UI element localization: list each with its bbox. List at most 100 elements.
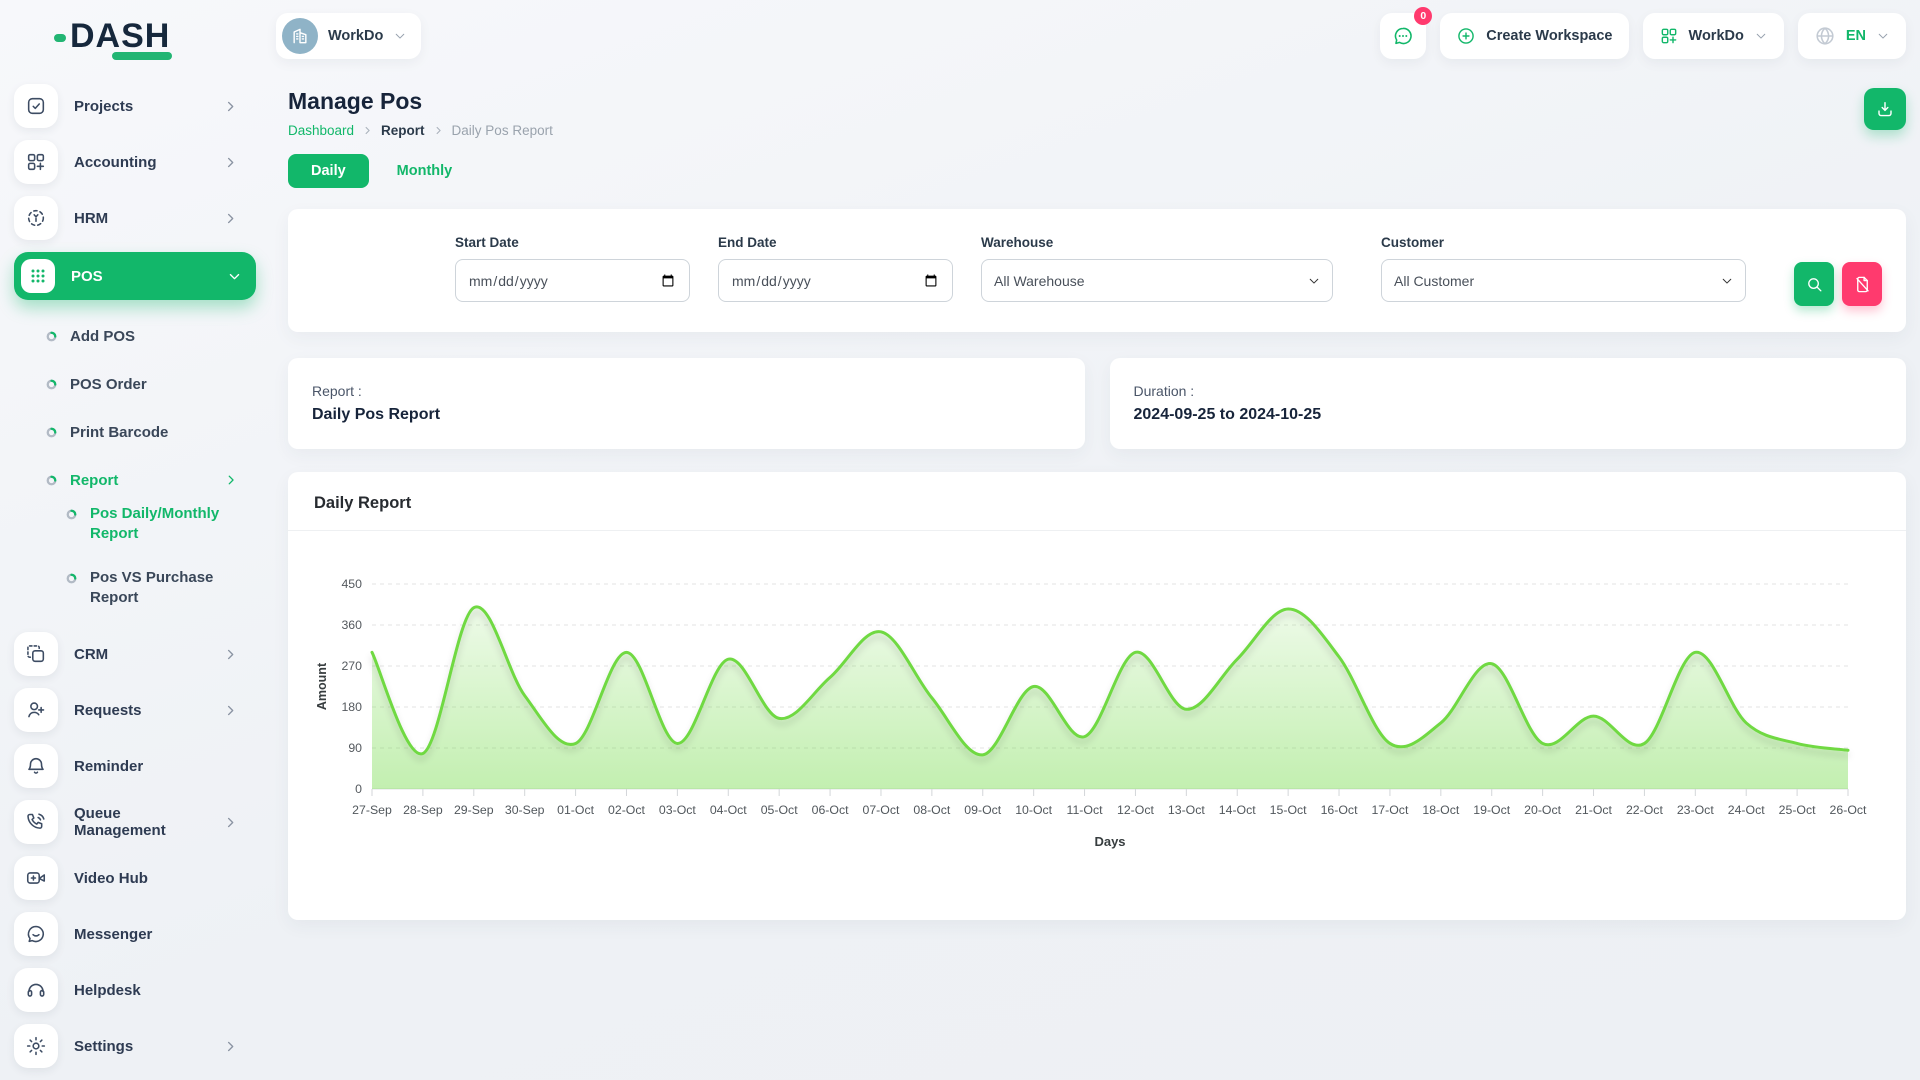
- sidebar-subitem-label: POS Order: [70, 376, 256, 393]
- svg-text:450: 450: [341, 577, 362, 591]
- customer-select[interactable]: All Customer: [1381, 259, 1746, 302]
- end-date-input[interactable]: [718, 259, 953, 302]
- sidebar-item-accounting[interactable]: Accounting: [14, 140, 256, 184]
- globe-icon: [1814, 25, 1836, 47]
- svg-text:30-Sep: 30-Sep: [505, 803, 545, 817]
- sidebar-subitem-label: Report: [70, 472, 211, 489]
- sidebar-item-projects[interactable]: Projects: [14, 84, 256, 128]
- sidebar-item-hrm[interactable]: HRM: [14, 196, 256, 240]
- language-selector[interactable]: EN: [1798, 13, 1906, 59]
- svg-text:13-Oct: 13-Oct: [1168, 803, 1205, 817]
- sidebar: Projects Accounting HRM POS Add POS POS Order…: [0, 72, 270, 1080]
- chevron-right-icon: [223, 155, 238, 170]
- chat-smile-icon: [14, 912, 58, 956]
- gear-icon: [14, 1024, 58, 1068]
- breadcrumb-item: Report: [381, 123, 425, 138]
- breadcrumb-separator-icon: [433, 125, 444, 136]
- sidebar-item-requests[interactable]: Requests: [14, 688, 256, 732]
- sidebar-item-queue-management[interactable]: Queue Management: [14, 800, 256, 844]
- area-fill: [372, 607, 1848, 789]
- app-logo[interactable]: DASH: [0, 19, 270, 53]
- sidebar-item-video-hub[interactable]: Video Hub: [14, 856, 256, 900]
- breadcrumb-separator-icon: [362, 125, 373, 136]
- start-date-input[interactable]: [455, 259, 690, 302]
- chevron-down-icon: [1876, 29, 1890, 43]
- video-icon: [14, 856, 58, 900]
- sidebar-item-crm[interactable]: CRM: [14, 632, 256, 676]
- building-icon: [282, 18, 318, 54]
- chevron-down-icon: [227, 269, 242, 284]
- svg-text:180: 180: [341, 700, 362, 714]
- bullet-icon: [46, 427, 57, 438]
- tab-monthly[interactable]: Monthly: [379, 154, 471, 188]
- svg-text:90: 90: [348, 741, 362, 755]
- sidebar-item-label: Helpdesk: [74, 982, 256, 999]
- chart-title: Daily Report: [314, 494, 1880, 513]
- workspace-menu-button[interactable]: WorkDo: [1643, 13, 1784, 59]
- chevron-right-icon: [223, 703, 238, 718]
- svg-text:26-Oct: 26-Oct: [1830, 803, 1867, 817]
- sidebar-item-label: Settings: [74, 1038, 207, 1055]
- chevron-down-icon: [393, 29, 407, 43]
- duration-value: 2024-09-25 to 2024-10-25: [1134, 406, 1883, 424]
- svg-text:07-Oct: 07-Oct: [863, 803, 900, 817]
- customer-label: Customer: [1381, 235, 1746, 250]
- target-icon: [14, 196, 58, 240]
- chevron-right-icon: [223, 647, 238, 662]
- create-workspace-button[interactable]: Create Workspace: [1440, 13, 1628, 59]
- sidebar-item-reminder[interactable]: Reminder: [14, 744, 256, 788]
- sidebar-item-label: CRM: [74, 646, 207, 663]
- end-date-group: End Date: [718, 235, 953, 302]
- reset-filter-button[interactable]: [1842, 262, 1882, 306]
- search-button[interactable]: [1794, 262, 1834, 306]
- sidebar-subitem-pos-daily-monthly-report[interactable]: Pos Daily/Monthly Report: [14, 504, 256, 552]
- language-code: EN: [1846, 28, 1866, 44]
- headset-icon: [14, 968, 58, 1012]
- sidebar-item-label: Queue Management: [74, 805, 207, 839]
- chat-icon: [1392, 25, 1414, 47]
- sidebar-item-label: Accounting: [74, 154, 207, 171]
- workspace-selector[interactable]: WorkDo: [276, 13, 421, 59]
- tab-daily[interactable]: Daily: [288, 154, 369, 188]
- topbar-actions: 0 Create Workspace WorkDo EN: [1380, 13, 1906, 59]
- chevron-right-icon: [223, 815, 238, 830]
- grid-plus-icon: [14, 140, 58, 184]
- report-type-tabs: Daily Monthly: [288, 154, 1906, 188]
- sidebar-item-messenger[interactable]: Messenger: [14, 912, 256, 956]
- warehouse-select[interactable]: All Warehouse: [981, 259, 1333, 302]
- svg-text:17-Oct: 17-Oct: [1371, 803, 1408, 817]
- sidebar-subitem-add-pos[interactable]: Add POS: [14, 312, 256, 360]
- grid-plus-icon: [1659, 26, 1679, 46]
- end-date-label: End Date: [718, 235, 953, 250]
- messages-button[interactable]: 0: [1380, 13, 1426, 59]
- sidebar-subitem-pos-order[interactable]: POS Order: [14, 360, 256, 408]
- svg-text:0: 0: [355, 782, 362, 796]
- bullet-icon: [66, 573, 77, 584]
- sidebar-item-pos[interactable]: POS: [14, 252, 256, 300]
- svg-text:29-Sep: 29-Sep: [454, 803, 494, 817]
- chevron-right-icon: [223, 211, 238, 226]
- checkbox-icon: [14, 84, 58, 128]
- svg-text:21-Oct: 21-Oct: [1575, 803, 1612, 817]
- svg-text:14-Oct: 14-Oct: [1219, 803, 1256, 817]
- bullet-icon: [46, 379, 57, 390]
- sidebar-subitem-label: Pos VS Purchase Report: [90, 568, 256, 609]
- sidebar-item-settings[interactable]: Settings: [14, 1024, 256, 1068]
- svg-text:09-Oct: 09-Oct: [964, 803, 1001, 817]
- sidebar-subitem-report[interactable]: Report: [14, 456, 256, 504]
- breadcrumb: DashboardReportDaily Pos Report: [288, 123, 553, 138]
- chevron-right-icon: [223, 99, 238, 114]
- breadcrumb-item[interactable]: Dashboard: [288, 123, 354, 138]
- sidebar-item-helpdesk[interactable]: Helpdesk: [14, 968, 256, 1012]
- plus-circle-icon: [1456, 26, 1476, 46]
- sidebar-subitem-print-barcode[interactable]: Print Barcode: [14, 408, 256, 456]
- sidebar-subitem-pos-vs-purchase-report[interactable]: Pos VS Purchase Report: [14, 568, 256, 616]
- download-button[interactable]: [1864, 88, 1906, 130]
- svg-text:12-Oct: 12-Oct: [1117, 803, 1154, 817]
- svg-text:360: 360: [341, 618, 362, 632]
- svg-text:02-Oct: 02-Oct: [608, 803, 645, 817]
- svg-text:16-Oct: 16-Oct: [1321, 803, 1358, 817]
- svg-text:23-Oct: 23-Oct: [1677, 803, 1714, 817]
- svg-text:03-Oct: 03-Oct: [659, 803, 696, 817]
- svg-text:10-Oct: 10-Oct: [1015, 803, 1052, 817]
